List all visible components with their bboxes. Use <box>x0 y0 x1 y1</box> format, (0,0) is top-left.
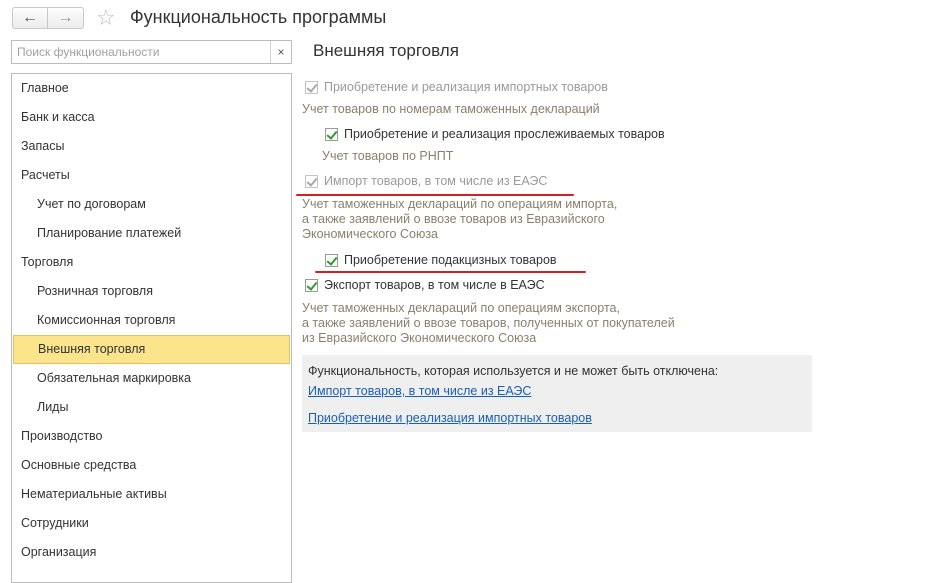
sidebar-item-bank-cash[interactable]: Банк и касса <box>12 103 291 132</box>
option-label: Приобретение и реализация прослеживаемых… <box>344 127 665 141</box>
search-box: × <box>11 40 292 64</box>
sidebar-item-organization[interactable]: Организация <box>12 538 291 567</box>
sidebar-item-inventory[interactable]: Запасы <box>12 132 291 161</box>
sidebar-item-marking[interactable]: Обязательная маркировка <box>12 364 291 393</box>
checkbox-checked-icon[interactable] <box>305 80 318 94</box>
link-import-goods[interactable]: Приобретение и реализация импортных това… <box>308 411 592 425</box>
option-description: Учет товаров по РНПТ <box>322 149 454 163</box>
sidebar-item-settlements[interactable]: Расчеты <box>12 161 291 190</box>
sidebar-item-employees[interactable]: Сотрудники <box>12 509 291 538</box>
annotation-underline <box>315 271 586 273</box>
sidebar-item-trade[interactable]: Торговля <box>12 248 291 277</box>
sidebar-item-foreign-trade[interactable]: Внешняя торговля <box>13 335 290 364</box>
sections-list: Главное Банк и касса Запасы Расчеты Учет… <box>11 73 292 583</box>
sidebar-item-commission[interactable]: Комиссионная торговля <box>12 306 291 335</box>
checkbox-checked-icon[interactable] <box>305 278 318 292</box>
sidebar-item-main[interactable]: Главное <box>12 74 291 103</box>
option-description: Учет таможенных деклараций по операциям … <box>302 197 618 241</box>
option-import-goods[interactable]: Приобретение и реализация импортных това… <box>305 80 608 94</box>
locked-features-box: Функциональность, которая используется и… <box>302 355 812 432</box>
option-label: Приобретение и реализация импортных това… <box>324 80 608 94</box>
sidebar-item-fixed-assets[interactable]: Основные средства <box>12 451 291 480</box>
arrow-left-icon: ← <box>22 9 38 26</box>
favorite-star-icon[interactable]: ☆ <box>96 6 116 30</box>
option-description: Учет товаров по номерам таможенных декла… <box>302 102 600 116</box>
checkbox-checked-icon[interactable] <box>305 174 318 188</box>
sidebar-item-payment-planning[interactable]: Планирование платежей <box>12 219 291 248</box>
option-export-eaeu[interactable]: Экспорт товаров, в том числе в ЕАЭС <box>305 278 545 292</box>
checkbox-checked-icon[interactable] <box>325 127 338 141</box>
settings-panel: Внешняя торговля Приобретение и реализац… <box>296 0 942 575</box>
arrow-right-icon: → <box>57 9 74 26</box>
clear-search-button[interactable]: × <box>270 41 291 63</box>
sidebar-item-intangible-assets[interactable]: Нематериальные активы <box>12 480 291 509</box>
back-button[interactable]: ← <box>12 7 48 29</box>
sidebar-item-production[interactable]: Производство <box>12 422 291 451</box>
sidebar-item-leads[interactable]: Лиды <box>12 393 291 422</box>
checkbox-checked-icon[interactable] <box>325 253 338 267</box>
link-import-eaeu[interactable]: Импорт товаров, в том числе из ЕАЭС <box>308 384 531 398</box>
option-label: Приобретение подакцизных товаров <box>344 253 557 267</box>
option-traceable-goods[interactable]: Приобретение и реализация прослеживаемых… <box>325 127 665 141</box>
page-title: Внешняя торговля <box>313 41 459 60</box>
option-label: Экспорт товаров, в том числе в ЕАЭС <box>324 278 545 292</box>
option-excise-goods[interactable]: Приобретение подакцизных товаров <box>325 253 557 267</box>
annotation-underline <box>296 194 574 196</box>
sidebar-item-retail[interactable]: Розничная торговля <box>12 277 291 306</box>
close-icon: × <box>277 45 285 59</box>
info-header: Функциональность, которая используется и… <box>308 364 719 378</box>
search-input[interactable] <box>12 41 270 63</box>
option-import-eaeu[interactable]: Импорт товаров, в том числе из ЕАЭС <box>305 174 547 188</box>
option-description: Учет таможенных деклараций по операциям … <box>302 301 675 345</box>
sidebar-item-contracts[interactable]: Учет по договорам <box>12 190 291 219</box>
forward-button[interactable]: → <box>48 7 84 29</box>
option-label: Импорт товаров, в том числе из ЕАЭС <box>324 174 548 188</box>
